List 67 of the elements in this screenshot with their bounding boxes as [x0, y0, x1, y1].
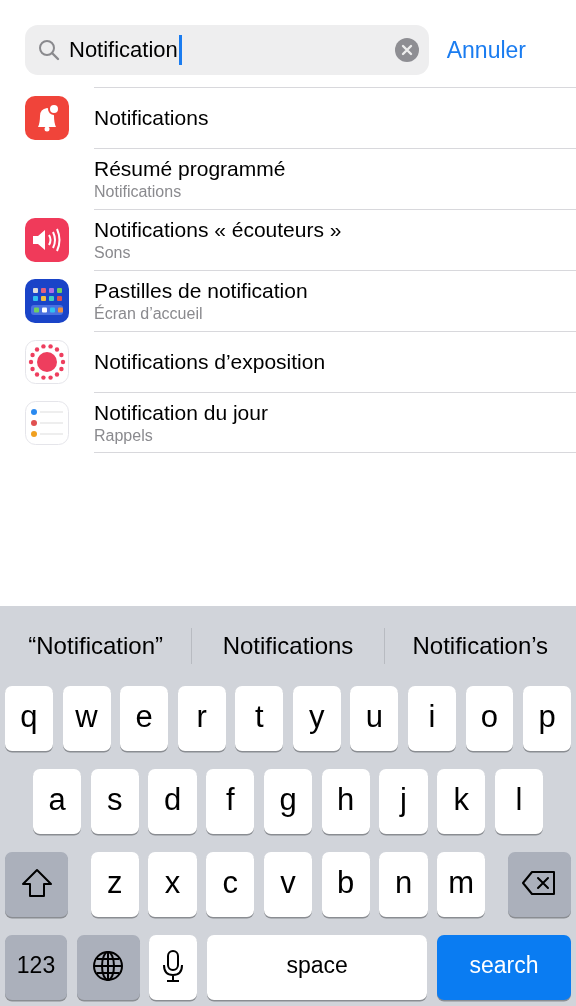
letter-key[interactable]: u — [350, 686, 399, 751]
checklist-icon — [25, 400, 69, 445]
backspace-icon — [521, 869, 558, 896]
letter-key[interactable]: y — [292, 686, 341, 751]
letter-key[interactable]: v — [263, 852, 313, 917]
letter-key[interactable]: p — [523, 686, 572, 751]
search-field[interactable]: Notification — [25, 25, 429, 75]
letter-key[interactable]: e — [120, 686, 169, 751]
letter-key[interactable]: m — [437, 852, 486, 917]
result-title: Notifications « écouteurs » — [94, 217, 343, 243]
result-title: Résumé programmé — [94, 156, 287, 182]
speaker-icon — [25, 217, 69, 262]
letter-key[interactable]: d — [148, 769, 197, 834]
result-subtitle: Rappels — [94, 425, 154, 446]
result-subtitle: Notifications — [94, 182, 183, 202]
app-grid-icon — [25, 278, 69, 323]
result-title: Pastilles de notification — [94, 278, 309, 304]
space-key[interactable]: space — [206, 935, 428, 1000]
dictation-key[interactable] — [149, 935, 198, 1000]
letter-key[interactable]: r — [177, 686, 226, 751]
shift-icon — [19, 867, 54, 898]
letter-key[interactable]: q — [5, 686, 53, 751]
shift-key[interactable] — [5, 852, 68, 917]
result-title: Notifications — [94, 105, 210, 131]
letter-key[interactable]: t — [235, 686, 284, 751]
result-row[interactable]: Pastilles de notification Écran d’accueil — [0, 270, 576, 331]
letter-key[interactable]: n — [379, 852, 428, 917]
word-suggestion[interactable]: “Notification” — [0, 632, 192, 660]
delete-key[interactable] — [507, 852, 571, 917]
result-title: Notification du jour — [94, 399, 269, 426]
letter-key[interactable]: w — [62, 686, 111, 751]
search-key[interactable]: search — [437, 935, 571, 1000]
search-text: Notification — [69, 37, 178, 63]
letter-key[interactable]: j — [379, 769, 428, 834]
result-subtitle: Écran d’accueil — [94, 304, 204, 324]
search-icon — [37, 38, 61, 62]
exposure-icon — [25, 339, 69, 384]
word-suggestion[interactable]: Notification’s — [384, 632, 576, 660]
text-cursor — [178, 35, 182, 65]
letter-key[interactable]: b — [321, 852, 370, 917]
letter-key[interactable]: f — [206, 769, 255, 834]
letter-key[interactable]: g — [263, 769, 313, 834]
letter-key[interactable]: z — [90, 852, 139, 917]
numbers-key[interactable]: 123 — [5, 935, 67, 1000]
letter-key[interactable]: x — [148, 852, 197, 917]
letter-key[interactable]: h — [321, 769, 370, 834]
letter-key[interactable]: l — [494, 769, 543, 834]
result-row[interactable]: Notifications d’exposition — [0, 331, 576, 392]
globe-icon — [92, 949, 125, 982]
letter-key[interactable]: o — [465, 686, 514, 751]
word-suggestion[interactable]: Notifications — [192, 632, 384, 660]
letter-key[interactable]: a — [33, 769, 82, 834]
globe-key[interactable] — [76, 935, 140, 1000]
result-row[interactable]: Notifications — [0, 87, 576, 148]
clear-icon[interactable] — [394, 38, 419, 62]
result-subtitle: Sons — [94, 243, 132, 263]
cancel-button[interactable]: Annuler — [446, 36, 526, 64]
letter-key[interactable]: c — [206, 852, 255, 917]
letter-key[interactable]: s — [90, 769, 139, 834]
bell-icon — [25, 95, 69, 140]
result-row[interactable]: Résumé programmé Notifications — [0, 148, 576, 209]
result-row[interactable]: Notifications « écouteurs » Sons — [0, 209, 576, 270]
microphone-icon — [162, 949, 185, 982]
letter-key[interactable]: k — [437, 769, 486, 834]
result-row[interactable]: Notification du jour Rappels — [0, 392, 576, 453]
letter-key[interactable]: i — [407, 686, 456, 751]
result-title: Notifications d’exposition — [94, 349, 327, 375]
